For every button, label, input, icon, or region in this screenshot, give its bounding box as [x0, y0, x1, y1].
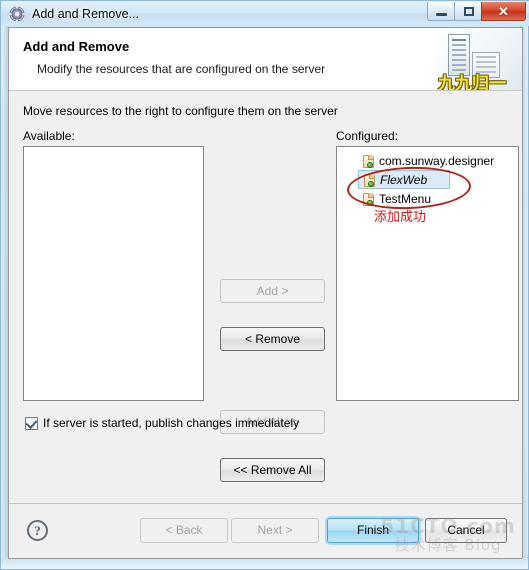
cancel-button[interactable]: Cancel	[425, 518, 507, 543]
available-label: Available:	[23, 129, 75, 143]
available-list[interactable]	[23, 146, 204, 401]
gear-icon	[9, 5, 25, 22]
dialog-window: Add and Remove... ✕ Add and Remove Modif…	[0, 0, 529, 570]
help-icon[interactable]: ?	[27, 520, 48, 541]
page-title: Add and Remove	[23, 39, 130, 54]
back-button[interactable]: < Back	[140, 518, 228, 543]
next-button[interactable]: Next >	[231, 518, 319, 543]
publish-immediately-row[interactable]: If server is started, publish changes im…	[25, 416, 299, 430]
dialog-footer: ? < Back Next > Finish Cancel 51CTO.com …	[9, 503, 522, 558]
banner-watermark-text: 九九归一	[438, 74, 506, 91]
list-item[interactable]: com.sunway.designer	[358, 151, 494, 170]
list-item[interactable]: FlexWeb	[358, 170, 450, 189]
window-title: Add and Remove...	[32, 6, 140, 21]
publish-immediately-label: If server is started, publish changes im…	[43, 416, 300, 430]
list-item-label: FlexWeb	[380, 172, 428, 187]
dialog-body: Move resources to the right to configure…	[9, 91, 522, 506]
minimize-button[interactable]	[427, 2, 455, 21]
publish-immediately-checkbox[interactable]	[25, 416, 38, 430]
add-button[interactable]: Add >	[220, 279, 325, 303]
close-button[interactable]: ✕	[481, 2, 526, 21]
minimize-icon	[436, 13, 447, 16]
maximize-icon	[464, 7, 474, 16]
list-item-label: TestMenu	[379, 191, 432, 206]
dialog-client: Add and Remove Modify the resources that…	[8, 27, 523, 559]
window-controls: ✕	[427, 2, 526, 22]
configured-list[interactable]: com.sunway.designer FlexWeb TestMenu 添加成…	[336, 146, 519, 401]
remove-button[interactable]: < Remove	[220, 327, 325, 351]
title-bar[interactable]: Add and Remove... ✕	[1, 1, 529, 26]
list-item-label: com.sunway.designer	[379, 153, 495, 168]
instruction-text: Move resources to the right to configure…	[23, 104, 338, 118]
close-icon: ✕	[498, 4, 509, 19]
web-module-icon	[362, 173, 376, 187]
maximize-button[interactable]	[454, 2, 482, 21]
web-module-icon	[361, 192, 375, 206]
finish-button[interactable]: Finish	[327, 518, 419, 543]
server-tower-icon: 九九归一	[436, 28, 522, 90]
remove-all-button[interactable]: << Remove All	[220, 458, 325, 482]
annotation-success-text: 添加成功	[374, 210, 427, 225]
configured-label: Configured:	[336, 129, 399, 143]
check-icon	[25, 416, 38, 429]
web-module-icon	[361, 154, 375, 168]
page-description: Modify the resources that are configured…	[37, 62, 326, 76]
wizard-banner: Add and Remove Modify the resources that…	[9, 28, 522, 91]
